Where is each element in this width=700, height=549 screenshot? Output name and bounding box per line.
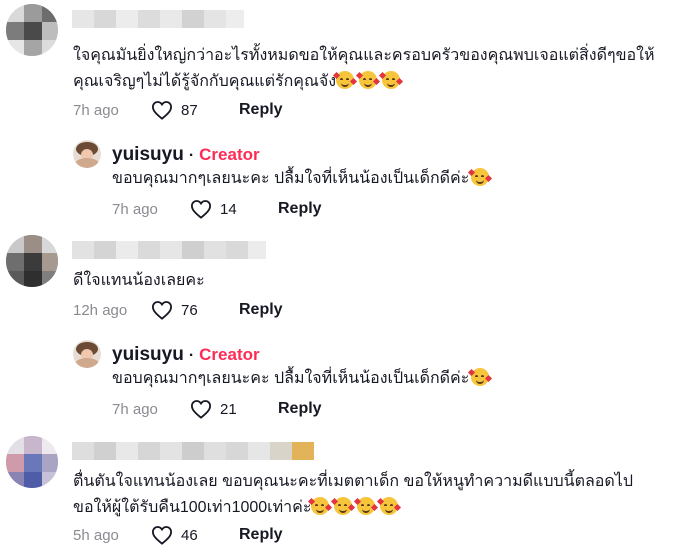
like-button[interactable]: 87 <box>151 100 229 120</box>
creator-badge: Creator <box>199 345 260 364</box>
like-count: 76 <box>181 301 198 319</box>
comment-text-line: ดีใจแทนน้องเลยคะ <box>73 272 205 289</box>
comment-meta: 5h ago 46 Reply <box>73 525 283 545</box>
username-blurred[interactable] <box>72 442 314 460</box>
like-button[interactable]: 76 <box>151 300 229 320</box>
heart-outline-icon <box>151 101 173 120</box>
comment-text-line: ตื่นตันใจแทนน้องเลย ขอบคุณนะคะที่เมตตาเด… <box>73 473 633 490</box>
reply-button[interactable]: Reply <box>239 301 283 319</box>
like-button[interactable]: 46 <box>151 525 229 545</box>
emoji-smiling-hearts-icon <box>468 368 493 386</box>
avatar-blurred[interactable] <box>6 436 58 488</box>
creator-reply-2: yuisuyu · Creator ขอบคุณมากๆเลยนะคะ ปลื้… <box>0 335 700 425</box>
like-button[interactable]: 14 <box>190 199 268 219</box>
heart-outline-icon <box>190 400 212 419</box>
avatar-blurred[interactable] <box>6 235 58 287</box>
reply-button[interactable]: Reply <box>239 526 283 544</box>
reply-text: ขอบคุณมากๆเลยนะคะ ปลื้มใจที่เห็นน้องเป็น… <box>112 366 682 392</box>
reply-text: ขอบคุณมากๆเลยนะคะ ปลื้มใจที่เห็นน้องเป็น… <box>112 166 682 192</box>
like-button[interactable]: 21 <box>190 399 268 419</box>
timestamp: 5h ago <box>73 526 119 544</box>
reply-meta: 7h ago 14 Reply <box>112 199 322 219</box>
comment-meta: 7h ago 87 Reply <box>73 100 283 120</box>
reply-header: yuisuyu · Creator <box>112 344 260 366</box>
timestamp: 7h ago <box>112 400 158 418</box>
like-count: 46 <box>181 526 198 544</box>
timestamp: 12h ago <box>73 301 128 319</box>
separator: · <box>188 147 195 164</box>
comment-text: ดีใจแทนน้องเลยคะ <box>73 268 673 294</box>
heart-outline-icon <box>151 526 173 545</box>
timestamp: 7h ago <box>73 101 119 119</box>
heart-outline-icon <box>190 200 212 219</box>
comment-3: ตื่นตันใจแทนน้องเลย ขอบคุณนะคะที่เมตตาเด… <box>0 430 700 549</box>
reply-button[interactable]: Reply <box>239 101 283 119</box>
heart-outline-icon <box>151 301 173 320</box>
emoji-smiling-hearts-icon <box>378 71 404 89</box>
comment-meta: 12h ago 76 Reply <box>73 300 283 320</box>
creator-avatar[interactable] <box>73 140 101 168</box>
timestamp: 7h ago <box>112 200 158 218</box>
comment-2: ดีใจแทนน้องเลยคะ 12h ago 76 Reply <box>0 230 700 325</box>
emoji-smiling-hearts-icon <box>377 497 402 515</box>
reply-meta: 7h ago 21 Reply <box>112 399 322 419</box>
creator-avatar[interactable] <box>73 340 101 368</box>
separator: · <box>188 347 195 364</box>
creator-username[interactable]: yuisuyu <box>112 344 184 366</box>
comment-text-line: ขอให้ผู้ใต้รับคืน100เท่า1000เท่าค่ะ <box>73 495 693 521</box>
emoji-smiling-hearts-icon <box>332 71 358 89</box>
emoji-smiling-hearts-icon <box>308 497 333 515</box>
emoji-smiling-hearts-icon <box>355 71 381 89</box>
like-count: 14 <box>220 200 237 218</box>
comment-text: ตื่นตันใจแทนน้องเลย ขอบคุณนะคะที่เมตตาเด… <box>73 469 693 521</box>
creator-reply-1: yuisuyu · Creator ขอบคุณมากๆเลยนะคะ ปลื้… <box>0 135 700 225</box>
emoji-smiling-hearts-icon <box>354 497 379 515</box>
like-count: 21 <box>220 400 237 418</box>
creator-username[interactable]: yuisuyu <box>112 144 184 166</box>
comment-text: ใจคุณมันยิ่งใหญ่กว่าอะไรทั้งหมดขอให้คุณแ… <box>73 43 693 95</box>
reply-button[interactable]: Reply <box>278 400 322 418</box>
like-count: 87 <box>181 101 198 119</box>
comment-text-line: ใจคุณมันยิ่งใหญ่กว่าอะไรทั้งหมดขอให้คุณแ… <box>73 47 655 64</box>
avatar-blurred[interactable] <box>6 4 58 56</box>
creator-badge: Creator <box>199 145 260 164</box>
username-blurred[interactable] <box>72 241 266 259</box>
reply-header: yuisuyu · Creator <box>112 144 260 166</box>
comment-1: ใจคุณมันยิ่งใหญ่กว่าอะไรทั้งหมดขอให้คุณแ… <box>0 0 700 125</box>
emoji-smiling-hearts-icon <box>468 168 493 186</box>
comment-text-line: คุณเจริญๆไม่ได้รู้จักกับคุณแต่รักคุณจัง <box>73 69 693 95</box>
emoji-smiling-hearts-icon <box>331 497 356 515</box>
reply-button[interactable]: Reply <box>278 200 322 218</box>
username-blurred[interactable] <box>72 10 244 28</box>
